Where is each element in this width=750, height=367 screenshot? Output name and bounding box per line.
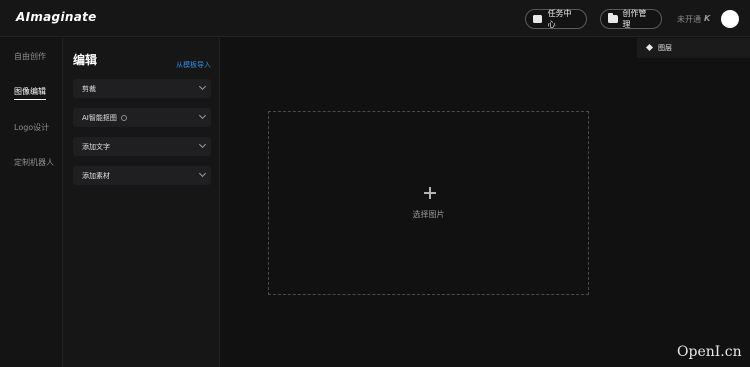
nav-item-image-edit[interactable]: 图像编辑 [14,86,46,100]
layers-icon [646,44,654,52]
membership-status[interactable]: 未开通 [677,14,701,25]
crop-label: 剪裁 [82,84,96,93]
chevron-down-icon [198,111,207,120]
ai-cutout-row[interactable]: AI智能抠图 [73,108,211,127]
image-drop-zone[interactable]: 选择图片 [268,111,589,295]
select-image-label: 选择图片 [412,210,445,219]
plus-icon [424,187,436,199]
panel-title: 编辑 [73,53,98,67]
sidebar-nav: 自由创作 图像编辑 Logo设计 定制机器人 [0,38,63,367]
crop-row[interactable]: 剪裁 [73,79,211,98]
import-from-template-link[interactable]: 从模板导入 [176,60,211,70]
edit-panel: 编辑 从模板导入 剪裁 AI智能抠图 添加文字 添加素材 [63,38,220,367]
top-bar: AImaginate 任务中心 创作管理 未开通 K [0,0,750,37]
creation-manage-label: 创作管理 [622,9,647,29]
nav-item-logo-design[interactable]: Logo设计 [14,122,49,133]
app-logo[interactable]: AImaginate [16,10,97,24]
canvas-area: 选择图片 [221,38,750,367]
add-material-label: 添加素材 [82,171,110,180]
task-center-button[interactable]: 任务中心 [525,9,587,29]
creation-manage-button[interactable]: 创作管理 [600,9,662,29]
add-text-label: 添加文字 [82,142,110,151]
chevron-down-icon [198,82,207,91]
watermark-text: OpenI.cn [677,344,742,360]
add-text-row[interactable]: 添加文字 [73,137,211,156]
task-center-label: 任务中心 [547,9,572,29]
avatar[interactable] [721,10,739,28]
folder-icon [608,13,618,23]
chevron-down-icon [198,140,207,149]
ai-cutout-label: AI智能抠图 [82,113,117,122]
nav-item-free-create[interactable]: 自由创作 [14,51,46,62]
chevron-down-icon [198,169,207,178]
vip-icon: K [704,14,711,23]
task-icon [533,15,542,23]
layers-tab[interactable]: 图层 [637,38,750,58]
info-icon[interactable] [120,114,127,121]
add-material-row[interactable]: 添加素材 [73,166,211,185]
layers-label: 图层 [658,44,672,52]
nav-item-custom-bot[interactable]: 定制机器人 [14,157,54,168]
